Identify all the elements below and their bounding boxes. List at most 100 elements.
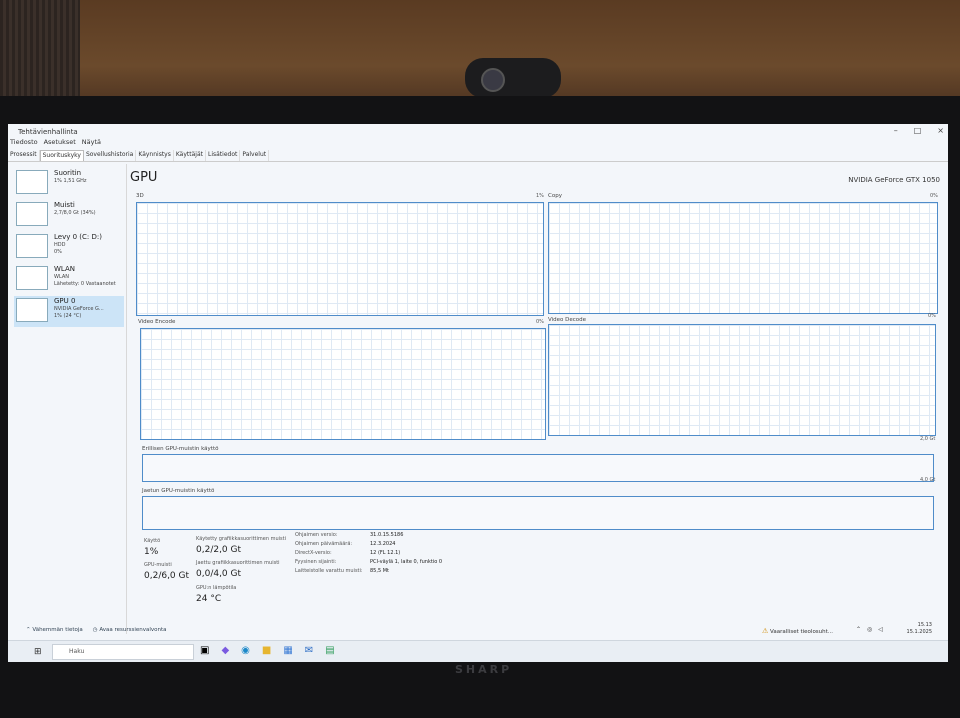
sidebar-item-detail: 1% 1,51 GHz [54,178,87,184]
usage-value: 1% [144,547,159,557]
minimize-button[interactable]: – [894,126,898,135]
sidebar-item-detail: 2,7/8,0 Gt (34%) [54,210,96,216]
file-explorer-icon[interactable]: ■ [262,645,271,656]
sidebar-item-label: Levy 0 (C: D:) [54,233,102,241]
shared-memory-graph [142,496,934,530]
page-title: GPU [130,170,158,185]
disk-thumbnail [16,234,48,258]
weather-notification[interactable]: ⚠ Vaaralliset tieolosuht... [762,627,833,635]
store-icon[interactable]: ▦ [283,645,292,656]
sidebar-item-disk[interactable]: Levy 0 (C: D:) HDD 0% [14,232,124,263]
graph-video-decode [548,324,936,436]
cpu-thumbnail [16,170,48,194]
graph-pct-copy: 0% [930,193,938,199]
gpu-thumbnail [16,298,48,322]
fewer-details-link[interactable]: ⌃ Vähemmän tietoja [26,627,83,633]
shared-mem-max: 4,0 Gt [920,477,936,483]
menu-view[interactable]: Näytä [82,138,101,148]
tab-bar: Prosessit Suorituskyky Sovellushistoria … [8,150,948,162]
fewer-details-label: Vähemmän tietoja [32,627,83,633]
sidebar-item-detail: WLAN [54,274,70,280]
resource-sidebar: Suoritin 1% 1,51 GHz Muisti 2,7/8,0 Gt (… [12,164,127,634]
gpu-memory-value: 0,2/6,0 Gt [144,571,190,581]
graph-video-encode [140,328,546,440]
driver-date-label: Ohjaimen päivämäärä: [295,541,353,547]
network-icon[interactable]: ◎ [867,626,872,633]
physical-location-label: Fyysinen sijainti: [295,559,337,565]
dedicated-mem-max: 2,0 Gt [920,436,936,442]
close-button[interactable]: × [937,126,944,135]
sidebar-item-detail: HDD [54,242,66,248]
graph-label-copy: Copy [548,193,562,199]
volume-icon[interactable]: ◁ [878,626,883,633]
shared-memory-label: Jaettu grafiikkasuorittimen muisti [196,560,280,566]
reserved-memory-label: Laitteistolle varattu muisti: [295,568,363,574]
sidebar-item-cpu[interactable]: Suoritin 1% 1,51 GHz [14,168,124,199]
task-view-icon[interactable]: ▣ [200,645,209,656]
title-bar: Tehtävienhallinta – □ × [8,124,948,138]
tab-processes[interactable]: Prosessit [8,150,40,161]
graph-3d [136,202,544,316]
taskbar: ⊞ Haku ▣ ◆ ◉ ■ ▦ ✉ ▤ [8,640,948,662]
clock-time: 15.13 [917,622,932,628]
tab-details[interactable]: Lisätiedot [206,150,241,161]
taskbar-search[interactable]: Haku [52,644,194,660]
sidebar-item-detail: 1% (24 °C) [54,313,82,319]
tab-services[interactable]: Palvelut [240,150,270,161]
window-title: Tehtävienhallinta [18,128,78,136]
usage-label: Käyttö [144,538,161,544]
webcam [465,58,561,98]
windows-start-icon[interactable]: ⊞ [34,647,42,657]
copilot-icon[interactable]: ◆ [221,645,229,656]
directx-version-value: 12 (FL 12.1) [370,550,401,556]
graph-label-3d: 3D [136,193,144,199]
chevron-up-icon[interactable]: ⌃ [856,626,861,633]
footer: ⌃ Vähemmän tietoja ◷ Avaa resurssienvalv… [26,627,167,633]
open-resource-monitor-link[interactable]: ◷ Avaa resurssienvalvonta [93,627,167,633]
graph-pct-3d: 1% [536,193,544,199]
task-manager-icon[interactable]: ▤ [325,645,334,656]
graph-pct-video-encode: 0% [536,319,544,325]
mail-icon[interactable]: ✉ [305,645,313,656]
gpu-temp-label: GPU:n lämpötila [196,585,237,591]
tab-performance[interactable]: Suorituskyky [39,150,84,161]
sidebar-item-detail: Lähetetty: 0 Vastaanotet [54,281,116,287]
graph-label-video-decode: Video Decode [548,317,587,323]
menu-settings[interactable]: Asetukset [44,138,76,148]
pinned-apps: ▣ ◆ ◉ ■ ▦ ✉ ▤ [200,645,335,656]
sidebar-item-label: Suoritin [54,169,82,177]
window-controls: – □ × [894,126,944,135]
warning-icon: ⚠ [762,627,769,635]
sidebar-item-gpu[interactable]: GPU 0 NVIDIA GeForce G... 1% (24 °C) [14,296,124,327]
tab-users[interactable]: Käyttäjät [174,150,206,161]
sidebar-item-detail: 0% [54,249,62,255]
tab-app-history[interactable]: Sovellushistoria [84,150,137,161]
wlan-thumbnail [16,266,48,290]
directx-version-label: DirectX-versio: [295,550,332,556]
dedicated-memory-graph [142,454,934,482]
tab-startup[interactable]: Käynnistys [136,150,174,161]
menu-file[interactable]: Tiedosto [10,138,38,148]
driver-date-value: 12.3.2024 [370,541,396,547]
sidebar-item-detail: NVIDIA GeForce G... [54,306,104,312]
sidebar-item-label: WLAN [54,265,76,273]
driver-version-label: Ohjaimen versio: [295,532,338,538]
maximize-button[interactable]: □ [914,126,922,135]
edge-icon[interactable]: ◉ [241,645,250,656]
clock-date: 15.1.2025 [906,629,932,635]
graph-copy [548,202,938,314]
driver-version-value: 31.0.15.5186 [370,532,404,538]
weather-notification-text: Vaaralliset tieolosuht... [770,629,834,635]
sidebar-item-memory[interactable]: Muisti 2,7/8,0 Gt (34%) [14,200,124,231]
physical-location-value: PCI-väylä 1, laite 0, funktio 0 [370,559,443,565]
sidebar-item-wlan[interactable]: WLAN WLAN Lähetetty: 0 Vastaanotet [14,264,124,295]
taskbar-clock[interactable]: 15.13 15.1.2025 [907,622,932,636]
gpu-memory-label: GPU-muisti [144,562,172,568]
sidebar-item-label: GPU 0 [54,297,76,305]
taskbar-search-placeholder: Haku [69,648,85,655]
memory-thumbnail [16,202,48,226]
gpu-temp-value: 24 °C [196,594,222,604]
shared-memory-value: 0,0/4,0 Gt [196,569,242,579]
sidebar-item-label: Muisti [54,201,75,209]
background-curtain [0,0,80,110]
